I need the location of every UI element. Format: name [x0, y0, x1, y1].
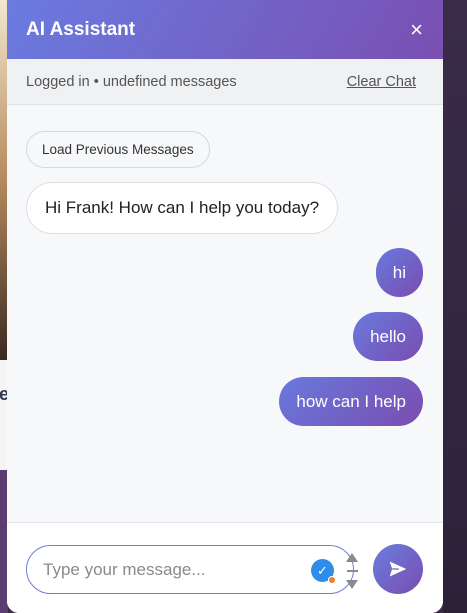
message-list: Load Previous Messages Hi Frank! How can… [7, 105, 443, 522]
chat-title: AI Assistant [26, 18, 136, 40]
clear-chat-link[interactable]: Clear Chat [347, 74, 416, 90]
user-message: hello [353, 312, 423, 361]
user-message: hi [375, 248, 423, 297]
scroll-stepper[interactable] [344, 553, 360, 589]
check-icon[interactable]: ✓ [311, 559, 336, 584]
composer: ✓ [7, 522, 443, 613]
chat-header: AI Assistant × [7, 0, 443, 59]
message-input-wrapper: ✓ [26, 545, 354, 594]
load-previous-button[interactable]: Load Previous Messages [26, 131, 210, 168]
status-text: Logged in • undefined messages [26, 73, 237, 90]
chat-widget: AI Assistant × Logged in • undefined mes… [7, 0, 443, 613]
background-right-edge [443, 0, 467, 613]
status-dot-icon [328, 576, 336, 584]
send-button[interactable] [373, 544, 423, 594]
status-bar: Logged in • undefined messages Clear Cha… [7, 59, 443, 105]
chevron-down-icon[interactable] [346, 580, 358, 589]
user-message: how can I help [279, 377, 423, 426]
send-icon [389, 561, 407, 577]
chevron-up-icon[interactable] [346, 553, 358, 562]
message-input[interactable] [43, 546, 303, 593]
close-button[interactable]: × [410, 18, 423, 41]
stepper-divider [346, 570, 358, 572]
bot-message: Hi Frank! How can I help you today? [26, 182, 339, 234]
